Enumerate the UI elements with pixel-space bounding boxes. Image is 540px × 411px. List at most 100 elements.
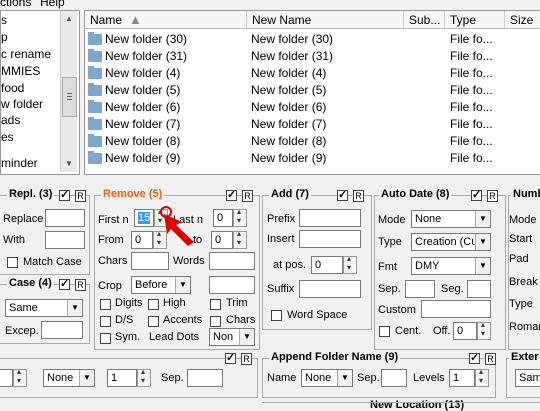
words-input[interactable] <box>209 252 255 270</box>
cell-type: File fo... <box>450 100 493 114</box>
table-row[interactable]: New folder (9) New folder (9) File fo... <box>85 150 540 167</box>
date-format-select[interactable]: DMY ▼ <box>411 257 491 275</box>
reset-button[interactable]: R <box>353 190 364 202</box>
sep-input[interactable] <box>187 369 223 387</box>
reset-button[interactable]: R <box>241 353 252 365</box>
enable-checkbox[interactable] <box>59 188 70 201</box>
custom-input[interactable] <box>421 300 491 318</box>
tree-item[interactable]: food <box>1 81 24 95</box>
tree-item[interactable]: minder <box>1 156 38 170</box>
digits-checkbox[interactable] <box>100 299 111 310</box>
append-name-select[interactable]: None ▼ <box>301 369 353 387</box>
menu-item-actions[interactable]: ctions <box>0 0 31 9</box>
table-row[interactable]: New folder (5) New folder (5) File fo... <box>85 82 540 99</box>
reset-button[interactable]: R <box>242 190 253 202</box>
column-header-type[interactable]: Type <box>445 11 505 29</box>
off-input[interactable]: 0 <box>453 322 477 340</box>
column-header-new-name[interactable]: New Name <box>247 11 404 29</box>
extension-panel: Exter Sam <box>506 351 540 398</box>
cell-new-name: New folder (5) <box>251 83 327 97</box>
tree-item[interactable]: ads <box>1 113 20 127</box>
to-input[interactable]: 0 <box>211 231 233 249</box>
tree-item[interactable]: s <box>1 13 7 27</box>
high-checkbox[interactable] <box>148 299 159 310</box>
table-row[interactable]: New folder (4) New folder (4) File fo... <box>85 65 540 82</box>
reset-button[interactable]: R <box>75 279 86 291</box>
date-seg-input[interactable] <box>467 280 491 298</box>
reset-button[interactable]: R <box>75 190 86 202</box>
table-row[interactable]: New folder (7) New folder (7) File fo... <box>85 116 540 133</box>
sort-ascending-icon: ▲ <box>129 12 142 27</box>
lead-dots-select[interactable]: Non ▼ <box>209 328 255 346</box>
table-row[interactable]: New folder (8) New folder (8) File fo... <box>85 133 540 150</box>
tree-item[interactable]: p <box>1 30 8 44</box>
table-row[interactable]: New folder (31) New folder (31) File fo... <box>85 48 540 65</box>
tree-item-selected[interactable]: w folder <box>1 97 44 111</box>
table-row[interactable]: New folder (30) New folder (30) File fo... <box>85 31 540 48</box>
match-case-checkbox[interactable] <box>7 257 18 268</box>
tree-scrollbar[interactable]: ▲ ▼ <box>60 11 77 172</box>
enable-checkbox[interactable] <box>337 188 348 201</box>
crop-input[interactable] <box>209 276 255 294</box>
chars-input[interactable] <box>131 252 169 270</box>
ds-checkbox[interactable] <box>100 316 111 327</box>
from-label: From <box>98 234 124 246</box>
chevron-down-icon: ▼ <box>337 370 352 386</box>
suffix-input[interactable] <box>299 280 361 298</box>
levels-input[interactable]: 1 <box>449 369 475 387</box>
enable-checkbox[interactable] <box>469 351 480 364</box>
with-input[interactable] <box>45 231 85 249</box>
menu-item-help[interactable]: Help <box>40 0 65 9</box>
count-input[interactable]: 1 <box>107 369 137 387</box>
enable-checkbox[interactable] <box>225 351 236 364</box>
chars-checkbox[interactable] <box>210 316 221 327</box>
with-label: With <box>3 234 25 246</box>
levels-spinner[interactable] <box>475 367 489 387</box>
date-sep-input[interactable] <box>405 280 435 298</box>
reset-button[interactable]: R <box>485 353 496 365</box>
table-row[interactable]: New folder (6) New folder (6) File fo... <box>85 99 540 116</box>
at-pos-input[interactable]: 0 <box>311 256 343 274</box>
case-mode-select[interactable]: Same ▼ <box>5 299 83 317</box>
trim-checkbox[interactable] <box>210 299 221 310</box>
to-spinner[interactable] <box>233 229 247 249</box>
last-n-spinner[interactable] <box>233 207 247 227</box>
count-spinner[interactable] <box>137 367 151 387</box>
date-mode-select[interactable]: None ▼ <box>411 210 491 228</box>
sym-checkbox[interactable] <box>100 333 111 344</box>
column-header-sub[interactable]: Sub... <box>404 11 445 29</box>
file-list[interactable]: Name ▲ New Name Sub... Type Size New fol… <box>84 10 540 175</box>
insert-input[interactable] <box>299 230 361 248</box>
cent-checkbox[interactable] <box>379 326 390 337</box>
tree-item[interactable]: es <box>1 130 14 144</box>
position-spinner[interactable] <box>13 367 27 387</box>
move-mode-select[interactable]: None ▼ <box>43 369 95 387</box>
date-type-select[interactable]: Creation (Cur ▼ <box>411 233 491 251</box>
crop-select[interactable]: Before ▼ <box>131 276 191 294</box>
enable-checkbox[interactable] <box>59 277 70 290</box>
last-n-input[interactable]: 0 <box>213 209 233 227</box>
accents-checkbox[interactable] <box>148 316 159 327</box>
tree-item[interactable]: c rename <box>1 47 51 61</box>
cell-type: File fo... <box>450 151 493 165</box>
word-space-checkbox[interactable] <box>271 310 282 321</box>
enable-checkbox[interactable] <box>226 188 237 201</box>
position-input[interactable] <box>0 369 13 387</box>
cell-new-name: New folder (30) <box>251 32 334 46</box>
enable-checkbox[interactable] <box>471 188 482 201</box>
replace-input[interactable] <box>45 209 85 227</box>
tree-item[interactable]: MMIES <box>1 64 40 78</box>
prefix-input[interactable] <box>299 209 361 227</box>
excep-input[interactable] <box>41 321 83 339</box>
extension-select[interactable]: Sam <box>515 369 540 387</box>
at-pos-spinner[interactable] <box>343 254 357 274</box>
cell-name: New folder (5) <box>105 83 181 97</box>
column-header-size[interactable]: Size <box>505 11 540 29</box>
reset-button[interactable]: R <box>487 190 498 202</box>
append-sep-input[interactable] <box>381 369 407 387</box>
column-header-name[interactable]: Name ▲ <box>85 11 247 29</box>
scroll-down-icon[interactable]: ▼ <box>61 156 77 172</box>
scroll-up-icon[interactable]: ▲ <box>61 11 77 27</box>
off-spinner[interactable] <box>477 320 491 340</box>
scroll-thumb[interactable] <box>62 77 77 117</box>
